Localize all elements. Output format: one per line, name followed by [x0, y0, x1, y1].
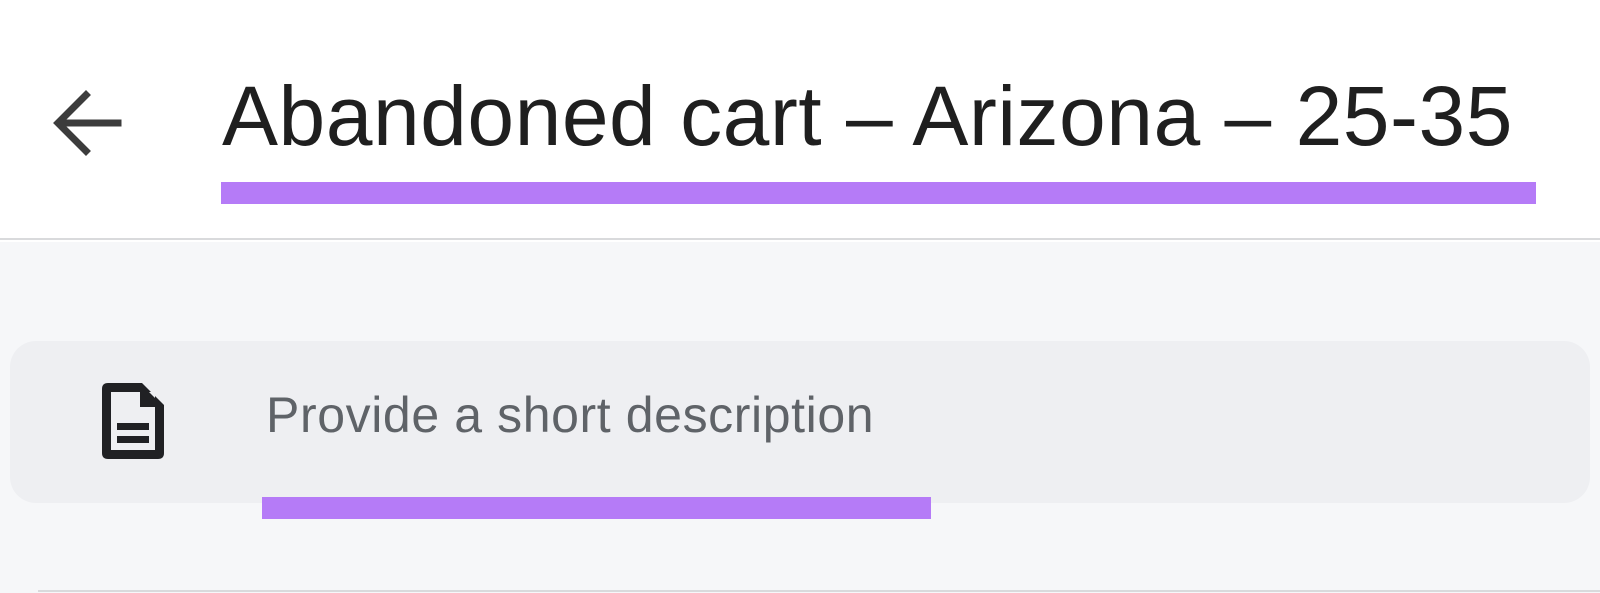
header-bar: Abandoned cart – Arizona – 25-35: [0, 0, 1600, 240]
content-area: [0, 242, 1600, 593]
title-container: Abandoned cart – Arizona – 25-35: [222, 66, 1536, 166]
section-divider: [38, 590, 1600, 592]
title-highlight-underline: [221, 182, 1536, 204]
page-title[interactable]: Abandoned cart – Arizona – 25-35: [222, 66, 1536, 166]
description-highlight-underline: [262, 497, 931, 519]
description-field[interactable]: [10, 341, 1590, 503]
arrow-left-icon: [53, 90, 122, 156]
back-button[interactable]: [46, 86, 126, 160]
document-icon: [102, 383, 164, 459]
description-input[interactable]: [266, 377, 986, 453]
